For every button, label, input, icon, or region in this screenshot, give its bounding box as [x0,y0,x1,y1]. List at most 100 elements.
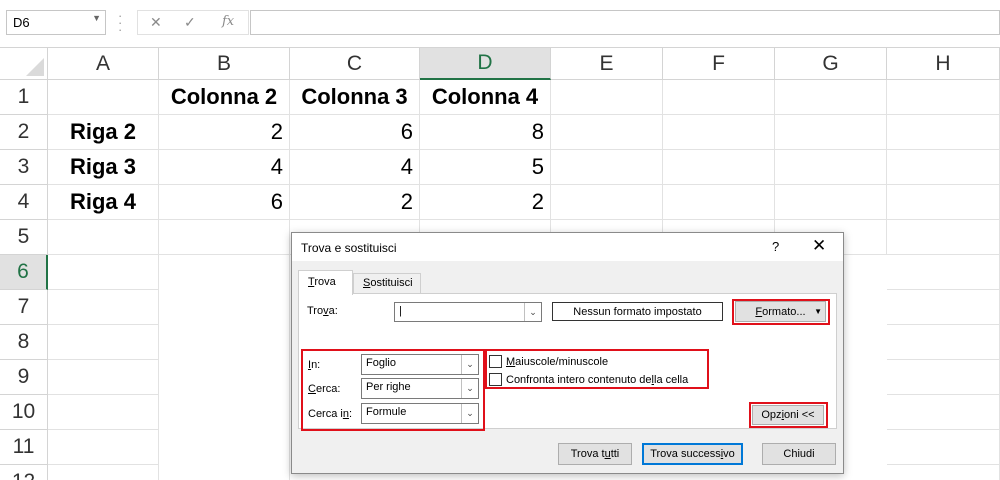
chevron-down-icon[interactable]: ▼ [92,13,101,23]
row-header-8[interactable]: 8 [0,325,48,360]
cell-f1[interactable] [663,80,775,115]
highlight-options-box [749,402,828,428]
cell-g2[interactable] [775,115,887,150]
cell-f2[interactable] [663,115,775,150]
highlight-format-box [732,299,830,325]
cell-b3[interactable]: 4 [159,150,290,185]
column-header-h[interactable]: H [887,48,1000,80]
cell-c2[interactable]: 6 [290,115,420,150]
cell-e3[interactable] [551,150,663,185]
cell-a4[interactable]: Riga 4 [48,185,159,220]
highlight-search-options-box [301,349,485,431]
cell-d3[interactable]: 5 [420,150,551,185]
cell-b5[interactable] [159,220,290,255]
cell-h2[interactable] [887,115,1000,150]
cell-a2[interactable]: Riga 2 [48,115,159,150]
column-header-a[interactable]: A [48,48,159,80]
column-header-f[interactable]: F [663,48,775,80]
find-replace-dialog: Trova e sostituisci ? ✕ Trova Sostituisc… [291,232,844,474]
cell-f4[interactable] [663,185,775,220]
formula-bar: D6 ▼ · · · ✕ ✓ fx [0,0,1000,48]
cell-a9[interactable] [48,360,159,395]
cell-h12[interactable] [887,465,1000,480]
row-header-12[interactable]: 12 [0,465,48,480]
chevron-down-icon[interactable]: ⌄ [524,303,541,321]
row-header-6[interactable]: 6 [0,255,48,290]
cell-c1[interactable]: Colonna 3 [290,80,420,115]
tab-replace-label: ostituisci [370,277,413,289]
cell-f3[interactable] [663,150,775,185]
cell-a6[interactable] [48,255,159,290]
cell-a8[interactable] [48,325,159,360]
cell-a5[interactable] [48,220,159,255]
cell-h6[interactable] [887,255,1000,290]
cell-a3[interactable]: Riga 3 [48,150,159,185]
find-what-input[interactable]: | ⌄ [394,302,542,322]
cell-b2[interactable]: 2 [159,115,290,150]
row-header-1[interactable]: 1 [0,80,48,115]
cell-e4[interactable] [551,185,663,220]
cell-h7[interactable] [887,290,1000,325]
cell-e2[interactable] [551,115,663,150]
cell-b1[interactable]: Colonna 2 [159,80,290,115]
column-header-d[interactable]: D [420,48,551,80]
close-icon[interactable]: ✕ [812,236,826,256]
cell-e1[interactable] [551,80,663,115]
dialog-title: Trova e sostituisci [292,233,843,261]
find-what-value: | [399,305,402,317]
cell-h4[interactable] [887,185,1000,220]
cell-d4[interactable]: 2 [420,185,551,220]
formula-input[interactable] [250,10,1000,35]
select-all-corner[interactable] [0,48,48,80]
no-format-preview: Nessun formato impostato [552,302,723,321]
cell-d1[interactable]: Colonna 4 [420,80,551,115]
name-box[interactable]: D6 ▼ [6,10,106,35]
cell-a10[interactable] [48,395,159,430]
row-header-3[interactable]: 3 [0,150,48,185]
cell-d2[interactable]: 8 [420,115,551,150]
cell-c4[interactable]: 2 [290,185,420,220]
find-what-label: Trova: [307,305,338,317]
help-icon[interactable]: ? [772,239,779,254]
cell-c3[interactable]: 4 [290,150,420,185]
cell-h3[interactable] [887,150,1000,185]
cell-h11[interactable] [887,430,1000,465]
cell-h10[interactable] [887,395,1000,430]
column-header-c[interactable]: C [290,48,420,80]
cell-b6[interactable] [159,255,290,480]
cell-a1[interactable] [48,80,159,115]
insert-function-icon[interactable]: fx [222,14,234,29]
find-next-button[interactable]: Trova success i vo [642,443,743,465]
cell-a11[interactable] [48,430,159,465]
cell-h5[interactable] [887,220,1000,255]
cell-g3[interactable] [775,150,887,185]
cancel-icon[interactable]: ✕ [150,14,162,31]
tab-find-label: rova [314,276,336,288]
drag-handle-icon[interactable]: · · · [118,9,122,36]
cell-a7[interactable] [48,290,159,325]
column-header-g[interactable]: G [775,48,887,80]
row-header-4[interactable]: 4 [0,185,48,220]
select-all-icon [26,58,44,76]
row-header-5[interactable]: 5 [0,220,48,255]
cell-g4[interactable] [775,185,887,220]
close-button[interactable]: Chiudi [762,443,836,465]
find-all-button[interactable]: Trova t u tti [558,443,632,465]
tab-replace[interactable]: Sostituisci [353,273,421,294]
cell-h9[interactable] [887,360,1000,395]
column-header-e[interactable]: E [551,48,663,80]
highlight-checkboxes-box [485,349,709,389]
cell-a12[interactable] [48,465,159,480]
row-header-10[interactable]: 10 [0,395,48,430]
cell-g1[interactable] [775,80,887,115]
row-header-7[interactable]: 7 [0,290,48,325]
cell-h1[interactable] [887,80,1000,115]
row-header-9[interactable]: 9 [0,360,48,395]
row-header-11[interactable]: 11 [0,430,48,465]
cell-b4[interactable]: 6 [159,185,290,220]
cell-h8[interactable] [887,325,1000,360]
tab-find[interactable]: Trova [298,270,353,295]
column-header-b[interactable]: B [159,48,290,80]
row-header-2[interactable]: 2 [0,115,48,150]
enter-icon[interactable]: ✓ [184,14,196,31]
